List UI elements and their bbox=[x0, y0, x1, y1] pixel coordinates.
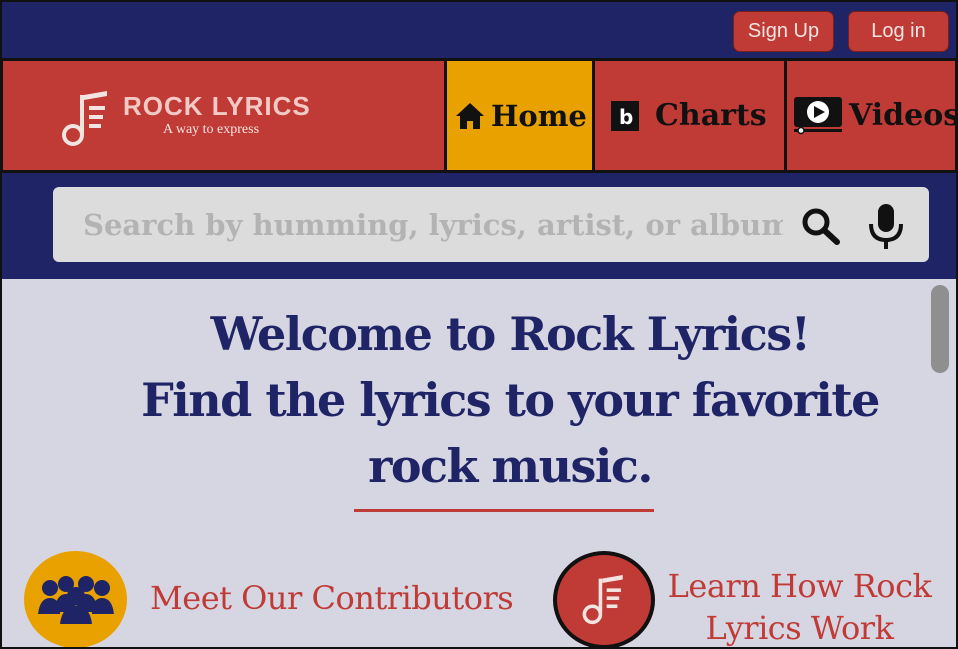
brand-tagline: A way to express bbox=[163, 122, 260, 137]
sign-up-button[interactable]: Sign Up bbox=[733, 11, 834, 52]
main-content: Welcome to Rock Lyrics! Find the lyrics … bbox=[0, 279, 958, 649]
brand-logo[interactable]: ROCK LYRICS A way to express bbox=[61, 89, 321, 149]
svg-text:b: b bbox=[619, 105, 633, 129]
rock-lyrics-logo-icon[interactable] bbox=[553, 551, 655, 647]
meet-contributors-link[interactable]: Meet Our Contributors bbox=[150, 579, 514, 617]
home-icon bbox=[455, 102, 485, 130]
billboard-icon: b bbox=[611, 100, 639, 131]
nav-videos-label: Videos bbox=[849, 98, 958, 133]
welcome-line-3: rock music. bbox=[368, 439, 653, 493]
welcome-line-2: Find the lyrics to your favorite bbox=[141, 373, 880, 427]
heading-underline bbox=[354, 509, 654, 512]
music-note-icon bbox=[62, 91, 107, 146]
brand-name: ROCK LYRICS bbox=[123, 91, 311, 121]
nav-home-label: Home bbox=[491, 98, 587, 133]
contributors-icon[interactable] bbox=[24, 551, 127, 647]
video-play-icon bbox=[793, 96, 843, 136]
search-input[interactable] bbox=[83, 187, 783, 262]
search-band bbox=[0, 173, 958, 279]
top-bar: Sign Up Log in bbox=[0, 0, 958, 58]
welcome-heading: Welcome to Rock Lyrics! Find the lyrics … bbox=[2, 301, 956, 499]
nav-home[interactable]: Home bbox=[444, 61, 592, 170]
nav-charts[interactable]: b Charts bbox=[592, 61, 784, 170]
search-icon[interactable] bbox=[801, 207, 841, 249]
learn-line-1: Learn How Rock bbox=[667, 567, 932, 605]
learn-line-2: Lyrics Work bbox=[705, 609, 894, 647]
microphone-icon[interactable] bbox=[867, 202, 905, 256]
log-in-button[interactable]: Log in bbox=[848, 11, 949, 52]
main-nav: ROCK LYRICS A way to express Home b Char… bbox=[0, 58, 958, 173]
nav-charts-label: Charts bbox=[655, 98, 767, 133]
search-bar bbox=[53, 187, 929, 262]
welcome-line-1: Welcome to Rock Lyrics! bbox=[210, 307, 811, 361]
learn-how-link[interactable]: Learn How Rock Lyrics Work bbox=[642, 565, 956, 647]
nav-videos[interactable]: Videos bbox=[784, 61, 958, 170]
